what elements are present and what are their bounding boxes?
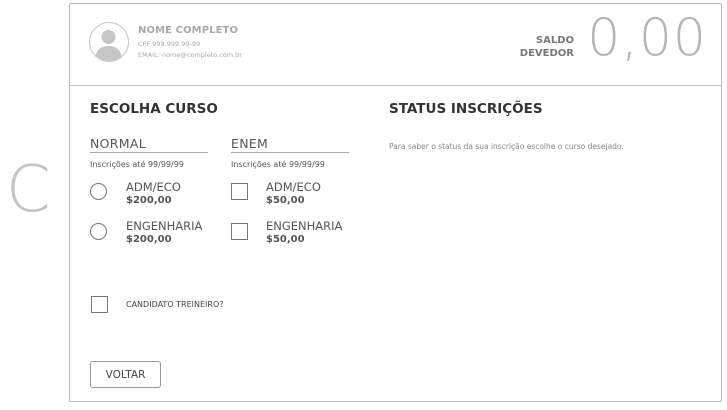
balance-value: 0,00 xyxy=(587,8,707,68)
option-price-normal-engenharia: $200,00 xyxy=(126,234,172,245)
option-label-normal-engenharia: ENGENHARIA xyxy=(126,219,203,233)
column-header-enem: ENEM xyxy=(231,136,349,153)
trainee-label: CANDIDATO TREINEIRO? xyxy=(126,300,224,309)
column-date-enem: Inscrições até 99/99/99 xyxy=(231,160,325,169)
radio-normal-engenharia[interactable] xyxy=(90,223,107,240)
option-label-enem-adm-eco: ADM/ECO xyxy=(266,180,321,194)
option-label-normal-adm-eco: ADM/ECO xyxy=(126,180,181,194)
option-price-enem-engenharia: $50,00 xyxy=(266,234,305,245)
user-info: NOME COMPLETO CPF 999.999.99-99 EMAIL: n… xyxy=(138,25,242,59)
checkbox-enem-adm-eco[interactable] xyxy=(231,183,248,200)
status-description: Para saber o status da sua inscrição esc… xyxy=(389,142,624,151)
status-section-title: STATUS INSCRIÇÕES xyxy=(389,101,543,117)
column-date-normal: Inscrições até 99/99/99 xyxy=(90,160,184,169)
balance-label-line2: DEVEDOR xyxy=(519,48,574,59)
balance-label-line1: SALDO xyxy=(535,35,574,46)
user-cpf: CPF 999.999.99-99 xyxy=(138,40,201,48)
column-header-normal: NORMAL xyxy=(90,136,208,153)
back-button[interactable]: VOLTAR xyxy=(90,361,161,388)
user-name: NOME COMPLETO xyxy=(138,25,239,36)
user-avatar-icon xyxy=(89,22,129,62)
trainee-checkbox[interactable] xyxy=(91,296,108,313)
profile-header: NOME COMPLETO CPF 999.999.99-99 EMAIL: n… xyxy=(70,4,721,86)
registration-card: NOME COMPLETO CPF 999.999.99-99 EMAIL: n… xyxy=(69,3,722,402)
option-price-normal-adm-eco: $200,00 xyxy=(126,195,172,206)
course-section-title: ESCOLHA CURSO xyxy=(90,101,218,117)
balance-label: SALDO DEVEDOR xyxy=(520,34,574,60)
side-letter: C xyxy=(6,153,51,227)
option-label-enem-engenharia: ENGENHARIA xyxy=(266,219,343,233)
option-price-enem-adm-eco: $50,00 xyxy=(266,195,305,206)
user-email: EMAIL: nome@completo.com.br xyxy=(138,51,242,59)
radio-normal-adm-eco[interactable] xyxy=(90,183,107,200)
checkbox-enem-engenharia[interactable] xyxy=(231,223,248,240)
